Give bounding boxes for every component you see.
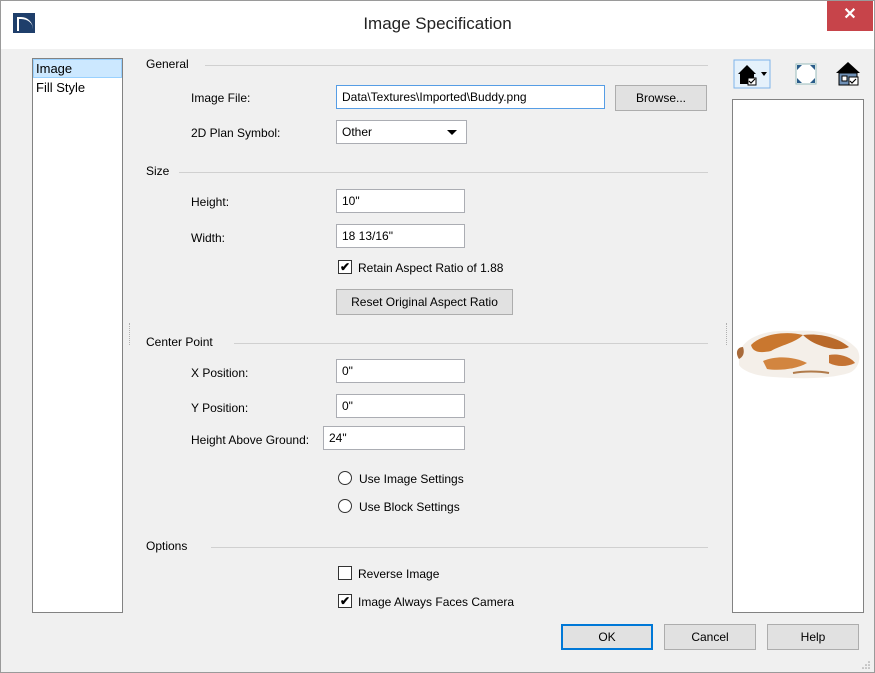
width-label: Width: [191, 231, 226, 245]
y-position-label: Y Position: [191, 401, 249, 415]
right-splitter[interactable] [726, 323, 727, 345]
x-position-label: X Position: [191, 366, 249, 380]
use-image-settings-radio[interactable] [338, 471, 352, 485]
sleeping-cat-image [736, 330, 860, 379]
fit-to-window-icon[interactable] [791, 59, 821, 89]
faces-camera-label: Image Always Faces Camera [358, 595, 515, 609]
width-field[interactable]: 18 13/16" [336, 224, 465, 248]
section-center-point-label: Center Point [146, 335, 213, 349]
height-label: Height: [191, 195, 230, 209]
section-options-label: Options [146, 539, 188, 553]
faces-camera-checkbox[interactable]: ✔ [338, 594, 352, 608]
section-general-label: General [146, 57, 189, 71]
browse-button[interactable]: Browse... [615, 85, 707, 111]
plan-symbol-select[interactable]: Other [336, 120, 467, 144]
reverse-image-checkbox[interactable] [338, 566, 352, 580]
plan-symbol-value: Other [342, 125, 373, 139]
use-block-settings-label: Use Block Settings [359, 500, 460, 514]
cancel-button[interactable]: Cancel [664, 624, 756, 650]
resize-grip-icon[interactable] [861, 659, 871, 669]
use-image-settings-label: Use Image Settings [359, 472, 464, 486]
help-button[interactable]: Help [767, 624, 859, 650]
left-splitter[interactable] [129, 323, 130, 345]
reset-aspect-ratio-button[interactable]: Reset Original Aspect Ratio [336, 289, 513, 315]
retain-aspect-checkbox[interactable]: ✔ [338, 260, 352, 274]
section-size-divider [179, 172, 708, 173]
y-position-field[interactable]: 0" [336, 394, 465, 418]
house-view-dropdown-icon[interactable] [733, 59, 773, 89]
dialog-window: Image Specification ✕ Image Fill Style G… [0, 0, 875, 673]
image-preview-panel [732, 99, 864, 613]
retain-aspect-label: Retain Aspect Ratio of 1.88 [358, 261, 504, 275]
section-size-label: Size [146, 164, 170, 178]
close-button[interactable]: ✕ [827, 1, 873, 31]
section-options-divider [211, 547, 708, 548]
category-list: Image Fill Style [32, 58, 123, 613]
house-render-icon[interactable] [833, 59, 863, 89]
section-center-point-divider [234, 343, 708, 344]
nav-item-image[interactable]: Image [33, 59, 122, 78]
height-above-ground-label: Height Above Ground: [191, 433, 310, 447]
section-general-divider [205, 65, 708, 66]
height-above-ground-field[interactable]: 24" [323, 426, 465, 450]
title-bar: Image Specification ✕ [1, 1, 874, 49]
ok-button[interactable]: OK [561, 624, 653, 650]
use-block-settings-radio[interactable] [338, 499, 352, 513]
height-field[interactable]: 10" [336, 189, 465, 213]
x-position-field[interactable]: 0" [336, 359, 465, 383]
image-file-label: Image File: [191, 91, 251, 105]
dialog-title: Image Specification [363, 14, 512, 33]
chevron-down-icon [447, 130, 457, 135]
reverse-image-label: Reverse Image [358, 567, 440, 581]
plan-symbol-label: 2D Plan Symbol: [191, 126, 281, 140]
image-file-field[interactable]: Data\Textures\Imported\Buddy.png [336, 85, 605, 109]
nav-item-fill-style[interactable]: Fill Style [33, 78, 122, 97]
